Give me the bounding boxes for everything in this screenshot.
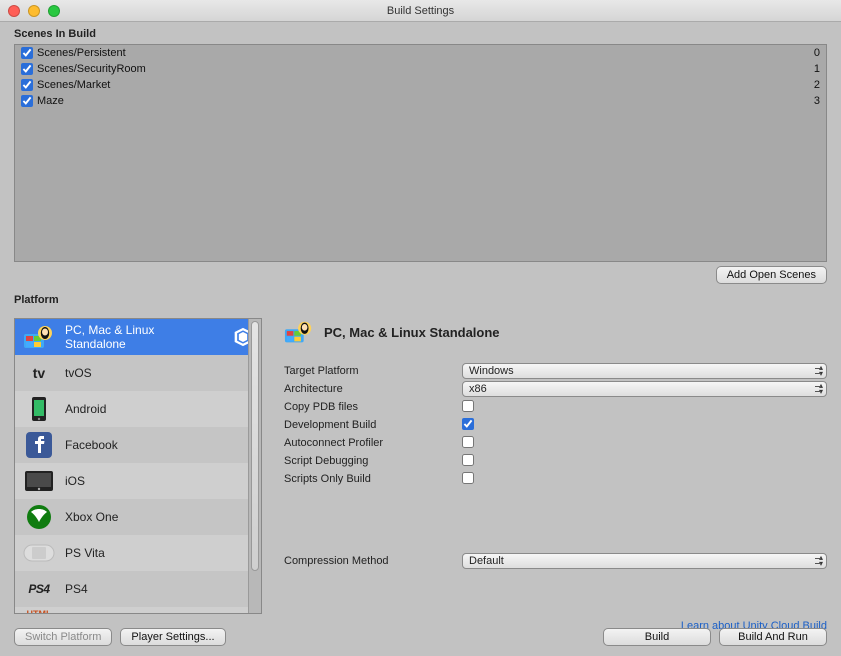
platform-details: PC, Mac & Linux Standalone Target Platfo… (284, 318, 827, 620)
window-title: Build Settings (0, 5, 841, 17)
psvita-icon (23, 539, 55, 567)
architecture-value: x86 (469, 383, 487, 395)
scene-index: 0 (814, 47, 820, 59)
platform-item-label: Facebook (65, 438, 253, 452)
standalone-icon (284, 318, 314, 346)
platform-item-ios[interactable]: iOS (15, 463, 261, 499)
details-title: PC, Mac & Linux Standalone (324, 325, 500, 340)
platform-item-psvita[interactable]: PS Vita (15, 535, 261, 571)
copy-pdb-label: Copy PDB files (284, 401, 462, 413)
add-open-scenes-button[interactable]: Add Open Scenes (716, 266, 827, 284)
autoconnect-label: Autoconnect Profiler (284, 437, 462, 449)
player-settings-button[interactable]: Player Settings... (120, 628, 225, 646)
dev-build-checkbox[interactable] (462, 418, 474, 430)
scene-name: Maze (37, 95, 814, 107)
scripts-only-checkbox[interactable] (462, 472, 474, 484)
close-window-button[interactable] (8, 5, 20, 17)
appletv-icon: tv (23, 359, 55, 387)
compression-select[interactable]: Default ▴▾ (462, 553, 827, 569)
scene-row[interactable]: Maze 3 (15, 93, 826, 109)
platform-scrollbar[interactable] (248, 319, 261, 613)
scrollbar-thumb[interactable] (251, 321, 259, 571)
switch-platform-button[interactable]: Switch Platform (14, 628, 112, 646)
platform-item-label: PC, Mac & Linux Standalone (65, 323, 211, 351)
platform-item-label: PS Vita (65, 546, 253, 560)
android-icon (23, 395, 55, 423)
scenes-heading: Scenes In Build (14, 26, 827, 42)
compression-label: Compression Method (284, 555, 462, 567)
build-and-run-button[interactable]: Build And Run (719, 628, 827, 646)
scene-checkbox[interactable] (21, 79, 33, 91)
platform-item-label: tvOS (65, 366, 253, 380)
platform-heading: Platform (14, 292, 827, 308)
target-platform-label: Target Platform (284, 365, 462, 377)
zoom-window-button[interactable] (48, 5, 60, 17)
html5-icon: HTML (23, 608, 55, 614)
architecture-select[interactable]: x86 ▴▾ (462, 381, 827, 397)
autoconnect-checkbox[interactable] (462, 436, 474, 448)
target-platform-select[interactable]: Windows ▴▾ (462, 363, 827, 379)
platform-item-android[interactable]: Android (15, 391, 261, 427)
scene-index: 1 (814, 63, 820, 75)
script-debug-checkbox[interactable] (462, 454, 474, 466)
platform-item-facebook[interactable]: Facebook (15, 427, 261, 463)
scene-row[interactable]: Scenes/SecurityRoom 1 (15, 61, 826, 77)
ios-icon (23, 467, 55, 495)
scene-name: Scenes/Market (37, 79, 814, 91)
copy-pdb-checkbox[interactable] (462, 400, 474, 412)
build-button[interactable]: Build (603, 628, 711, 646)
window-controls (8, 5, 60, 17)
scene-name: Scenes/Persistent (37, 47, 814, 59)
platform-list[interactable]: PC, Mac & Linux Standalone tv tvOS Andro… (14, 318, 262, 614)
xbox-icon (23, 503, 55, 531)
platform-item-label: iOS (65, 474, 253, 488)
scene-row[interactable]: Scenes/Market 2 (15, 77, 826, 93)
architecture-label: Architecture (284, 383, 462, 395)
platform-item-label: Xbox One (65, 510, 253, 524)
scene-row[interactable]: Scenes/Persistent 0 (15, 45, 826, 61)
target-platform-value: Windows (469, 365, 514, 377)
scenes-list[interactable]: Scenes/Persistent 0 Scenes/SecurityRoom … (14, 44, 827, 262)
scene-index: 2 (814, 79, 820, 91)
platform-item-xboxone[interactable]: Xbox One (15, 499, 261, 535)
standalone-icon (23, 323, 55, 351)
platform-item-standalone[interactable]: PC, Mac & Linux Standalone (15, 319, 261, 355)
scene-index: 3 (814, 95, 820, 107)
platform-item-label: Android (65, 402, 253, 416)
compression-value: Default (469, 555, 504, 567)
titlebar: Build Settings (0, 0, 841, 22)
platform-item-ps4[interactable]: PS4 PS4 (15, 571, 261, 607)
platform-item-tvos[interactable]: tv tvOS (15, 355, 261, 391)
dev-build-label: Development Build (284, 419, 462, 431)
minimize-window-button[interactable] (28, 5, 40, 17)
scene-checkbox[interactable] (21, 95, 33, 107)
scene-checkbox[interactable] (21, 47, 33, 59)
platform-item-label: PS4 (65, 582, 253, 596)
platform-item-html5[interactable]: HTML (15, 607, 261, 614)
script-debug-label: Script Debugging (284, 455, 462, 467)
facebook-icon (23, 431, 55, 459)
scene-checkbox[interactable] (21, 63, 33, 75)
ps4-icon: PS4 (23, 575, 55, 603)
scene-name: Scenes/SecurityRoom (37, 63, 814, 75)
scripts-only-label: Scripts Only Build (284, 473, 462, 485)
